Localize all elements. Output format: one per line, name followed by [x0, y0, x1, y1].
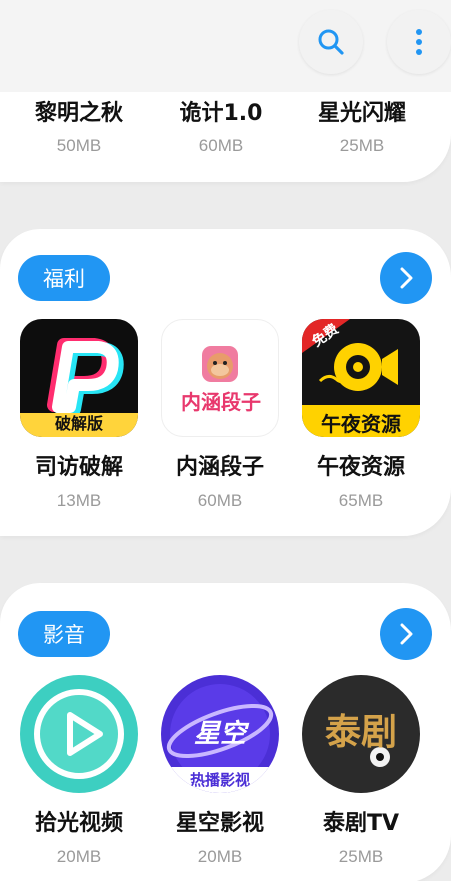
monkey-face-icon: [202, 346, 238, 382]
app-size: 50MB: [56, 136, 102, 155]
play-icon: [34, 689, 124, 779]
app-size: 60MB: [198, 136, 244, 155]
app-item[interactable]: 泰剧 泰剧TV 25MB: [296, 675, 426, 867]
top-toolbar: [0, 0, 451, 92]
category-label-welfare: 福利: [18, 255, 110, 301]
app-item[interactable]: 免费 午夜资源 午夜资源 65MB: [296, 319, 426, 511]
chevron-right-icon: [400, 267, 413, 289]
app-size: 20MB: [56, 847, 102, 866]
app-size: 25MB: [339, 136, 385, 155]
app-item[interactable]: 破解版 司访破解 13MB: [14, 319, 144, 511]
app-icon-wuye: 免费 午夜资源: [302, 319, 420, 437]
app-item[interactable]: 内涵段子 内涵段子 60MB: [155, 319, 285, 511]
search-button[interactable]: [299, 10, 363, 74]
app-size: 25MB: [338, 847, 384, 866]
app-icon-neihan: 内涵段子: [161, 319, 279, 437]
more-vertical-icon: [416, 29, 422, 55]
welfare-section: 福利 破解版 司访破解 13MB 内涵段子 内涵段子 60MB 免费 午夜资源 …: [0, 229, 451, 536]
category-label-media: 影音: [18, 611, 110, 657]
icon-text: 星空: [193, 719, 246, 749]
app-item[interactable]: 拾光视频 20MB: [14, 675, 144, 867]
crack-badge: 破解版: [54, 414, 103, 433]
app-size: 13MB: [56, 491, 102, 510]
app-name: 司访破解: [34, 455, 123, 480]
icon-text: 午夜资源: [321, 412, 401, 436]
chevron-right-icon: [400, 623, 413, 645]
app-name[interactable]: 星光闪耀: [292, 95, 432, 127]
icon-text: 泰剧: [324, 711, 397, 753]
app-icon-shiguang: [20, 675, 138, 793]
more-options-button[interactable]: [387, 10, 451, 74]
welfare-more-button[interactable]: [380, 252, 432, 304]
media-section: 影音 拾光视频 20MB 星空 热播影视 星空影视 20MB 泰剧 泰剧TV 2…: [0, 583, 451, 881]
app-name: 内涵段子: [175, 455, 264, 480]
app-name: 星空影视: [175, 811, 264, 836]
media-more-button[interactable]: [380, 608, 432, 660]
app-name[interactable]: 诡计1.0: [151, 95, 291, 127]
icon-subtext: 热播影视: [189, 771, 250, 789]
icon-text: 内涵段子: [181, 390, 261, 414]
app-icon-taiju: 泰剧: [302, 675, 420, 793]
app-icon-xingkong: 星空 热播影视: [161, 675, 279, 793]
search-icon: [318, 29, 344, 55]
app-size: 60MB: [197, 491, 243, 510]
app-name: 拾光视频: [34, 811, 123, 836]
app-size: 65MB: [338, 491, 384, 510]
app-icon-sifang: 破解版: [20, 319, 138, 437]
app-name: 泰剧TV: [322, 811, 400, 836]
app-size: 20MB: [197, 847, 243, 866]
app-name: 午夜资源: [316, 455, 405, 480]
app-item[interactable]: 星空 热播影视 星空影视 20MB: [155, 675, 285, 867]
app-name[interactable]: 黎明之秋: [9, 95, 149, 127]
